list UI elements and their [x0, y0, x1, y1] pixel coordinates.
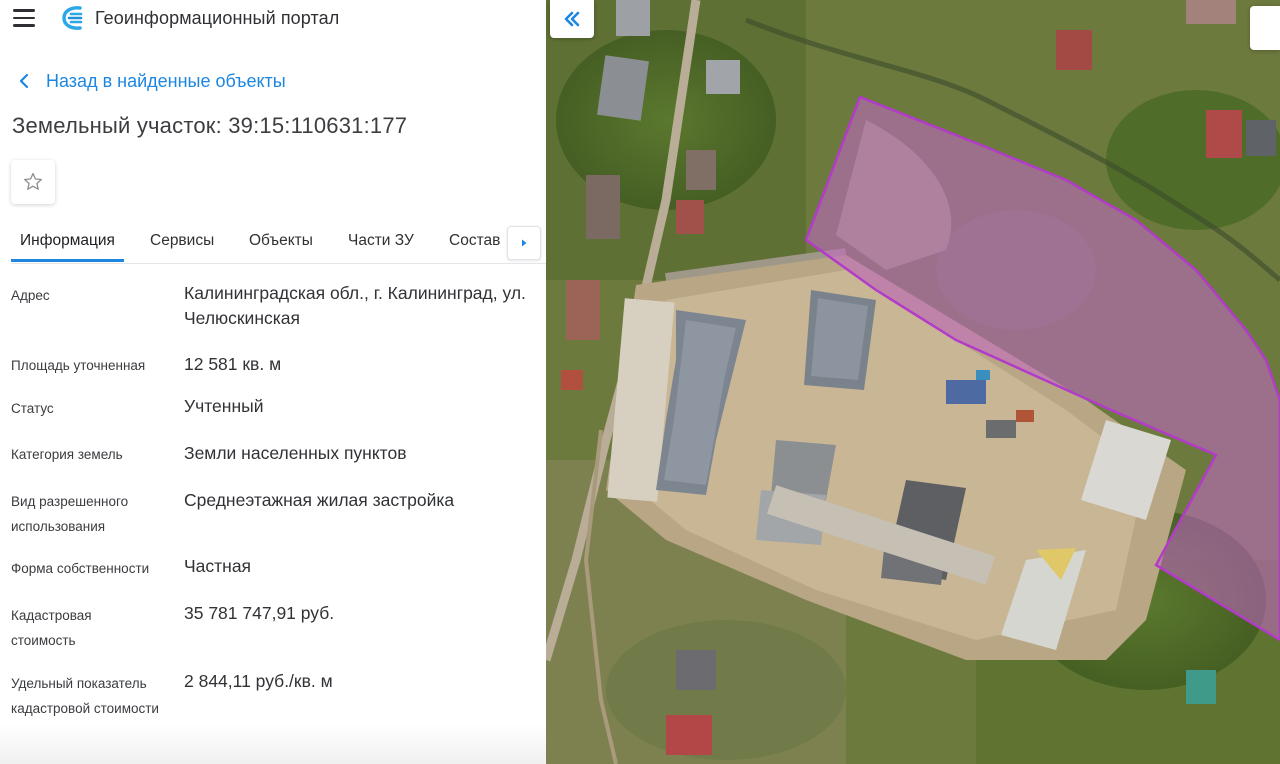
info-value: 2 844,11 руб./кв. м [184, 671, 333, 691]
star-outline-icon [24, 172, 42, 190]
tab-information[interactable]: Информация [11, 222, 124, 262]
info-label: Удельный показатель кадастровой стоимост… [11, 676, 159, 716]
info-panel: Геоинформационный портал Назад в найденн… [0, 0, 546, 764]
info-label: Форма собственности [11, 561, 150, 576]
satellite-map[interactable] [546, 0, 1280, 764]
info-value: Среднеэтажная жилая застройка [184, 490, 455, 510]
app-title: Геоинформационный портал [95, 8, 340, 28]
info-label: Адрес [11, 288, 50, 303]
page-title: Земельный участок: 39:15:110631:177 [12, 113, 408, 138]
caret-right-icon [522, 239, 527, 247]
chevron-left-icon [19, 73, 29, 89]
back-link-label: Назад в найденные объекты [46, 70, 286, 91]
satellite-imagery [546, 0, 1280, 764]
double-chevron-left-icon [564, 11, 580, 27]
app-header: Геоинформационный портал [0, 0, 546, 40]
info-label: Вид разрешенного использования [11, 494, 129, 534]
panel-bottom-fade [0, 724, 546, 764]
info-value: 35 781 747,91 руб. [184, 603, 335, 623]
info-value: Частная [184, 556, 252, 576]
info-label: Статус [11, 401, 54, 416]
info-value: Учтенный [184, 396, 264, 416]
tab-services[interactable]: Сервисы [150, 222, 214, 262]
tabs-scroll-right-button[interactable] [507, 226, 541, 260]
map-control-button[interactable] [1250, 6, 1280, 50]
back-to-results-link[interactable]: Назад в найденные объекты [14, 69, 286, 93]
tab-bar: Информация Сервисы Объекты Части ЗУ Сост… [11, 222, 546, 264]
menu-icon[interactable] [13, 9, 35, 27]
favorite-button[interactable] [11, 160, 55, 204]
tab-composition[interactable]: Состав [449, 222, 500, 262]
info-label: Категория земель [11, 447, 123, 462]
portal-logo-icon [62, 6, 83, 30]
info-label: Кадастровая стоимость [11, 608, 92, 648]
info-value: Земли населенных пунктов [184, 443, 407, 463]
collapse-panel-button[interactable] [550, 0, 594, 38]
tab-parcel-parts[interactable]: Части ЗУ [348, 222, 414, 262]
tab-objects[interactable]: Объекты [249, 222, 313, 262]
info-label: Площадь уточненная [11, 358, 146, 373]
info-value: Калининградская обл., г. Калининград, ул… [184, 283, 526, 328]
info-value: 12 581 кв. м [184, 354, 282, 374]
